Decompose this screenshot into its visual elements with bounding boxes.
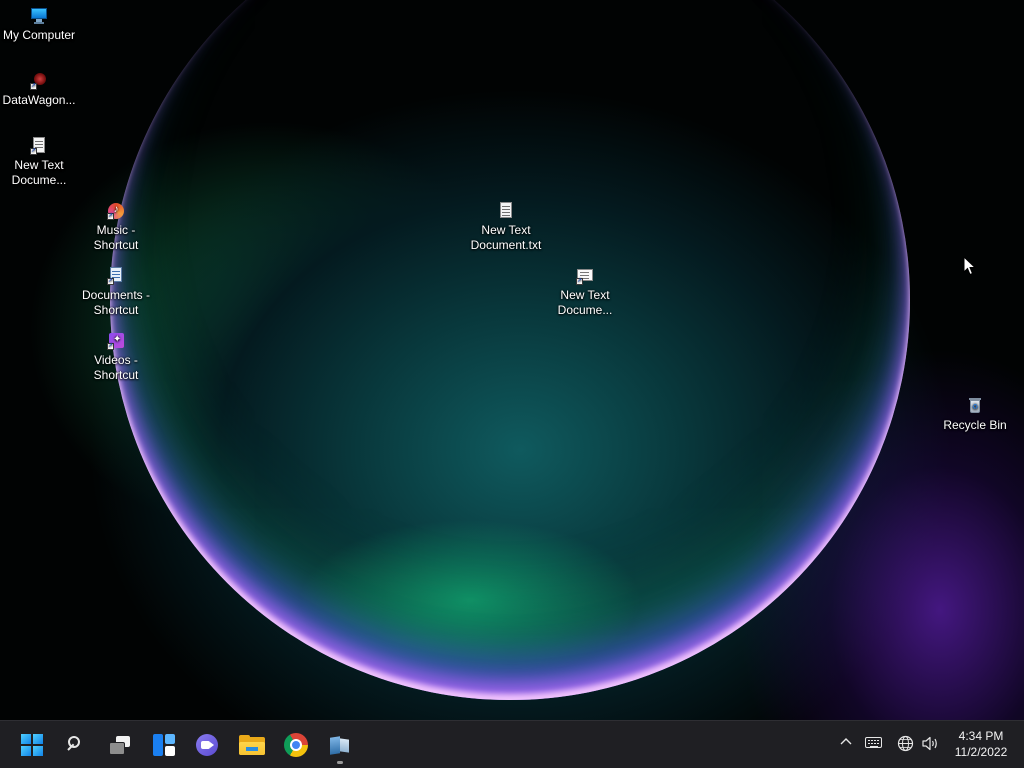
- mouse-cursor-icon: [963, 256, 977, 276]
- datawagon-icon: ↗: [30, 72, 48, 90]
- widgets-button[interactable]: [144, 725, 184, 765]
- file-explorer-button[interactable]: [232, 725, 272, 765]
- task-view-button[interactable]: [100, 725, 140, 765]
- desktop-icon-datawagon[interactable]: ↗ DataWagon...: [0, 72, 78, 108]
- start-button[interactable]: [12, 725, 52, 765]
- search-icon: [66, 735, 86, 755]
- desktop-icon-music-shortcut[interactable]: ♪ ↗ Music - Shortcut: [77, 202, 155, 253]
- task-view-icon: [108, 735, 132, 755]
- clock-date: 11/2/2022: [954, 745, 1008, 759]
- widgets-icon: [153, 734, 175, 756]
- desktop-icon-label: New Text Docume...: [557, 288, 613, 317]
- desktop-icon-new-text-document-shortcut-2[interactable]: ↗ New Text Docume...: [546, 267, 624, 318]
- keyboard-icon[interactable]: [865, 737, 882, 748]
- teams-chat-icon: [196, 734, 220, 756]
- documents-icon: ↗: [107, 267, 125, 285]
- volume-icon[interactable]: [921, 735, 940, 752]
- windows-logo-icon: [21, 734, 43, 756]
- music-icon: ♪ ↗: [107, 202, 125, 220]
- clock[interactable]: 4:34 PM 11/2/2022: [946, 728, 1016, 760]
- app-button[interactable]: [320, 725, 360, 765]
- monitor-icon: [30, 7, 48, 25]
- desktop-icon-label: Recycle Bin: [943, 418, 1007, 432]
- text-file-icon: [497, 202, 515, 220]
- chrome-icon: [284, 733, 308, 757]
- desktop-icon-label: DataWagon...: [2, 93, 76, 107]
- chrome-button[interactable]: [276, 725, 316, 765]
- desktop-icon-label: Videos - Shortcut: [93, 353, 139, 382]
- search-button[interactable]: [56, 725, 96, 765]
- running-indicator: [337, 761, 343, 764]
- app-icon: [328, 734, 352, 756]
- chevron-up-icon[interactable]: [839, 735, 853, 749]
- desktop-icon-label: My Computer: [2, 28, 76, 42]
- desktop-icon-label: Documents - Shortcut: [81, 288, 151, 317]
- desktop-icon-label: New Text Docume...: [11, 158, 67, 187]
- recycle-bin-icon: ♻: [966, 397, 984, 415]
- taskbar: 4:34 PM 11/2/2022: [0, 720, 1024, 768]
- folder-icon: [239, 735, 265, 755]
- desktop-icon-recycle-bin[interactable]: ♻ Recycle Bin: [936, 397, 1014, 433]
- desktop-icon-label: New Text Document.txt: [470, 223, 542, 252]
- desktop[interactable]: My Computer ↗ DataWagon... ↗ New Text Do…: [0, 0, 1024, 768]
- desktop-icon-new-text-document-txt[interactable]: New Text Document.txt: [467, 202, 545, 253]
- videos-icon: ✦ ↗: [107, 332, 125, 350]
- text-document-shortcut-icon: ↗: [576, 267, 594, 285]
- text-document-shortcut-icon: ↗: [30, 137, 48, 155]
- network-icon[interactable]: [897, 735, 914, 752]
- desktop-icon-label: Music - Shortcut: [93, 223, 139, 252]
- wallpaper-ring: [110, 0, 910, 700]
- desktop-icon-my-computer[interactable]: My Computer: [0, 7, 78, 43]
- desktop-icon-documents-shortcut[interactable]: ↗ Documents - Shortcut: [77, 267, 155, 318]
- desktop-icon-videos-shortcut[interactable]: ✦ ↗ Videos - Shortcut: [77, 332, 155, 383]
- teams-chat-button[interactable]: [188, 725, 228, 765]
- desktop-icon-new-text-document-shortcut[interactable]: ↗ New Text Docume...: [0, 137, 78, 188]
- clock-time: 4:34 PM: [958, 729, 1004, 743]
